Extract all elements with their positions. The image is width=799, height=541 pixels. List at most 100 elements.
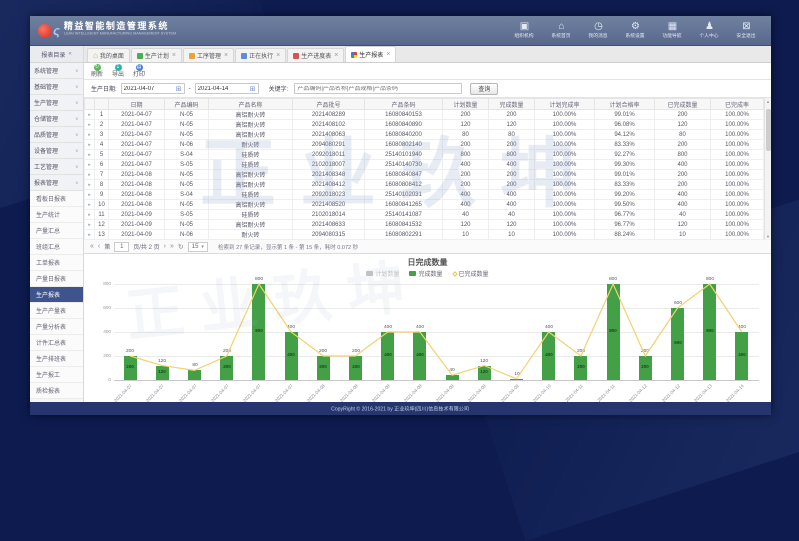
row-expand-cell[interactable]: ▸: [85, 160, 95, 170]
tab-close-icon[interactable]: ×: [276, 52, 280, 59]
sidebar-group-工艺管理[interactable]: 工艺管理∨: [30, 159, 83, 175]
legend-item-已完成数量[interactable]: 已完成数量: [453, 269, 489, 278]
sidebar-item-产量分析表[interactable]: 产量分析表: [30, 319, 83, 335]
table-row[interactable]: ▸52021-04-07S-04硅质砖209201801125140101940…: [85, 150, 764, 160]
header-action-安全退出[interactable]: ⊠安全退出: [730, 21, 763, 39]
header-action-系统首页[interactable]: ⌂系统首页: [545, 21, 578, 39]
page-size-select[interactable]: 15 ▾: [188, 242, 208, 252]
tab-生产报表[interactable]: 生产报表×: [345, 46, 396, 62]
header-action-个人中心[interactable]: ♟个人中心: [693, 21, 726, 39]
date-to-input[interactable]: [198, 86, 248, 92]
row-expand-cell[interactable]: ▸: [85, 130, 95, 140]
search-button[interactable]: 查询: [470, 83, 498, 95]
table-cell: 100.00%: [535, 160, 595, 170]
header-action-系统设置[interactable]: ⚙系统设置: [619, 21, 652, 39]
row-expand-cell[interactable]: ▸: [85, 140, 95, 150]
table-row[interactable]: ▸22021-04-07N-05高铝耐火砖2021408102160808408…: [85, 120, 764, 130]
sidebar-item-质检报表[interactable]: 质检报表: [30, 383, 83, 399]
table-row[interactable]: ▸132021-04-09N-06耐火砖20940803151608080229…: [85, 230, 764, 240]
x-axis-label: 2021-04-13: [691, 384, 713, 402]
table-cell: 2021408348: [293, 170, 365, 180]
vertical-scrollbar[interactable]: ▲ ▼: [764, 98, 771, 240]
row-expand-cell[interactable]: ▸: [85, 200, 95, 210]
sidebar-group-品质管理[interactable]: 品质管理∨: [30, 127, 83, 143]
tab-工序管理[interactable]: 工序管理×: [183, 48, 234, 62]
row-expand-cell[interactable]: ▸: [85, 110, 95, 120]
table-cell: 16080840890: [365, 120, 443, 130]
sidebar-group-基础管理[interactable]: 基础管理∨: [30, 79, 83, 95]
scroll-up-arrow[interactable]: ▲: [765, 99, 771, 104]
table-row[interactable]: ▸122021-04-09N-05高铝耐火砖202140863316080841…: [85, 220, 764, 230]
refresh-page-button[interactable]: ↻: [178, 243, 184, 251]
tab-我的桌面[interactable]: ⌂我的桌面: [87, 48, 130, 62]
tab-正在执行[interactable]: 正在执行×: [235, 48, 286, 62]
keyword-input[interactable]: [297, 86, 459, 92]
table-row[interactable]: ▸112021-04-09S-05硅质砖21020180142514014108…: [85, 210, 764, 220]
prev-page-button[interactable]: ‹: [98, 243, 100, 250]
legend-item-完成数量[interactable]: 完成数量: [409, 269, 442, 278]
打印-button[interactable]: ▤打印: [133, 64, 145, 78]
刷新-button[interactable]: ↻刷新: [91, 64, 103, 78]
scroll-down-arrow[interactable]: ▼: [765, 234, 771, 239]
sidebar-item-生产产量表[interactable]: 生产产量表: [30, 303, 83, 319]
sidebar-item-看板日报表[interactable]: 看板日报表: [30, 191, 83, 207]
sidebar-item-生产排班表[interactable]: 生产排班表: [30, 351, 83, 367]
row-expand-cell[interactable]: ▸: [85, 190, 95, 200]
row-expand-cell[interactable]: ▸: [85, 120, 95, 130]
header-action-功能导航[interactable]: ▦功能导航: [656, 21, 689, 39]
sidebar-group-设备管理[interactable]: 设备管理∨: [30, 143, 83, 159]
sidebar-group-报表管理[interactable]: 报表管理∧: [30, 175, 83, 191]
calendar-icon[interactable]: ⊞: [176, 85, 182, 93]
tab-close-icon[interactable]: ×: [386, 51, 390, 58]
page-number-input[interactable]: 1: [114, 242, 129, 252]
sidebar-item-工单报表[interactable]: 工单报表: [30, 255, 83, 271]
table-row[interactable]: ▸32021-04-07N-05高铝耐火砖2021408063160808402…: [85, 130, 764, 140]
sidebar-collapse-icon[interactable]: «: [68, 51, 71, 57]
row-expand-cell[interactable]: ▸: [85, 180, 95, 190]
next-page-button[interactable]: ›: [164, 243, 166, 250]
date-to-field[interactable]: ⊞: [195, 83, 259, 94]
row-expand-cell[interactable]: ▸: [85, 150, 95, 160]
table-row[interactable]: ▸12021-04-07N-05高铝耐火砖2021408289160808401…: [85, 110, 764, 120]
sidebar-group-系统管理[interactable]: 系统管理∨: [30, 63, 83, 79]
功能导航-icon: ▦: [668, 21, 677, 33]
table-row[interactable]: ▸92021-04-08S-04硅质砖209201802325140102031…: [85, 190, 764, 200]
expand-icon: ▸: [88, 212, 91, 218]
sidebar-item-计件汇总表[interactable]: 计件汇总表: [30, 335, 83, 351]
last-page-button[interactable]: »: [170, 243, 174, 250]
tab-生产进度表[interactable]: 生产进度表×: [287, 48, 344, 62]
first-page-button[interactable]: «: [90, 243, 94, 250]
sidebar-item-生产统计[interactable]: 生产统计: [30, 207, 83, 223]
scrollbar-thumb[interactable]: [766, 109, 771, 151]
row-expand-cell[interactable]: ▸: [85, 220, 95, 230]
sidebar-item-生产报表[interactable]: 生产报表: [30, 287, 83, 303]
sidebar-group-生产管理[interactable]: 生产管理∨: [30, 95, 83, 111]
date-from-field[interactable]: ⊞: [121, 83, 185, 94]
table-row[interactable]: ▸102021-04-08N-05高铝耐火砖202140852016080841…: [85, 200, 764, 210]
table-row[interactable]: ▸42021-04-07N-06耐火砖209408029116080802140…: [85, 140, 764, 150]
tab-close-icon[interactable]: ×: [334, 52, 338, 59]
tab-生产计划[interactable]: 生产计划×: [131, 48, 182, 62]
tab-close-icon[interactable]: ×: [172, 52, 176, 59]
header-action-我的消息[interactable]: ◷我的消息: [582, 21, 615, 39]
date-from-input[interactable]: [124, 86, 174, 92]
row-expand-cell[interactable]: ▸: [85, 170, 95, 180]
tab-close-icon[interactable]: ×: [224, 52, 228, 59]
sidebar-item-产量汇总[interactable]: 产量汇总: [30, 223, 83, 239]
row-expand-cell[interactable]: ▸: [85, 230, 95, 240]
table-row[interactable]: ▸72021-04-08N-05高铝耐火砖2021408348160808408…: [85, 170, 764, 180]
sidebar-group-仓储管理[interactable]: 仓储管理∨: [30, 111, 83, 127]
table-row[interactable]: ▸82021-04-08N-05高铝耐火砖2021408412160808084…: [85, 180, 764, 190]
legend-item-计划数量[interactable]: 计划数量: [366, 269, 399, 278]
导出-button[interactable]: ↧导出: [112, 64, 124, 78]
column-header: 已完成率: [711, 99, 764, 110]
sidebar-item-班组汇总[interactable]: 班组汇总: [30, 239, 83, 255]
table-cell: S-04: [165, 190, 209, 200]
keyword-field[interactable]: [294, 83, 462, 94]
calendar-icon[interactable]: ⊞: [250, 85, 256, 93]
table-row[interactable]: ▸62021-04-07S-05硅质砖210201800725140140730…: [85, 160, 764, 170]
sidebar-item-产量日报表[interactable]: 产量日报表: [30, 271, 83, 287]
header-action-组织机构[interactable]: ▣组织机构: [508, 21, 541, 39]
sidebar-item-生产报工[interactable]: 生产报工: [30, 367, 83, 383]
row-expand-cell[interactable]: ▸: [85, 210, 95, 220]
